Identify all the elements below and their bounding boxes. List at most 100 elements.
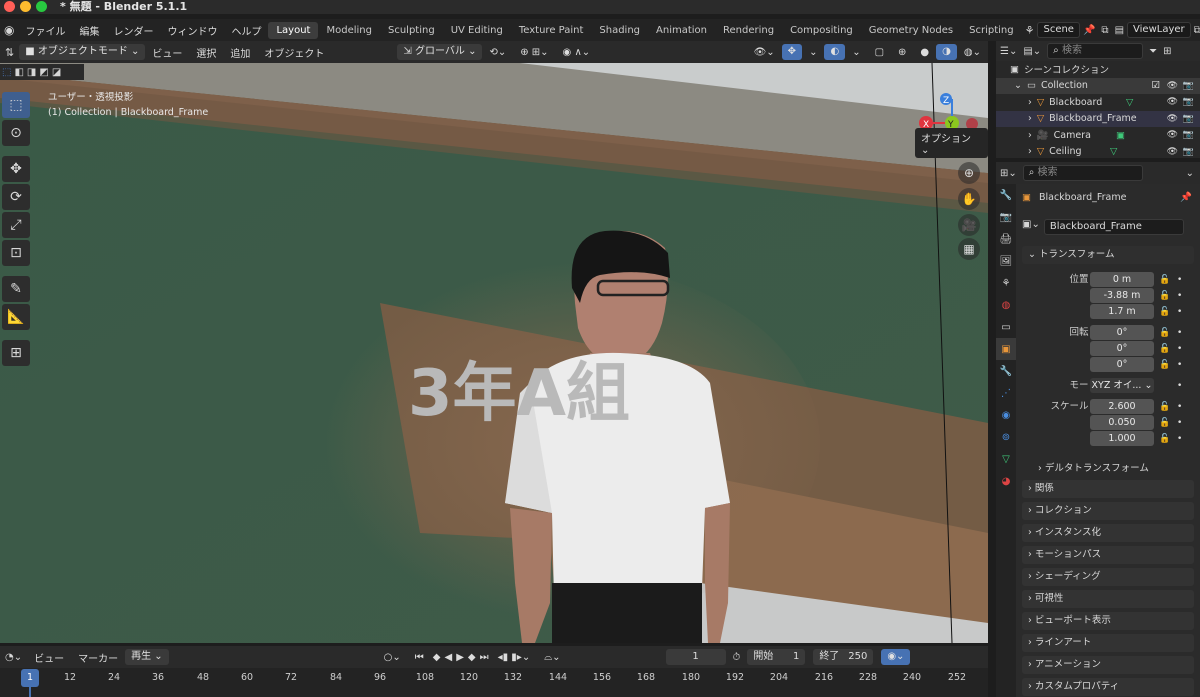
shading-material-icon[interactable]: ◑	[936, 44, 957, 60]
end-frame-field[interactable]: 終了 250	[813, 649, 874, 665]
stopwatch-icon[interactable]: ⏱	[726, 652, 748, 663]
playback-dropdown[interactable]: 再生 ⌄	[125, 649, 169, 665]
jump-start-icon[interactable]: ⏮	[408, 652, 431, 663]
lock-icon[interactable]: 🔓	[1159, 325, 1170, 341]
lock-icon[interactable]: 🔓	[1159, 399, 1170, 415]
jump-end-icon[interactable]: ⏭	[478, 652, 491, 663]
lock-icon[interactable]: 🔓	[1159, 272, 1170, 288]
panel-line-art[interactable]: › ラインアート	[1022, 634, 1194, 652]
exclude-checkbox[interactable]: ☑	[1151, 80, 1160, 91]
menu-select[interactable]: 選択	[189, 45, 223, 60]
object-name[interactable]: Blackboard_Frame	[1039, 192, 1127, 203]
collection-row[interactable]: ⌄ ▭ Collection ☑ 👁 📷	[996, 77, 1200, 94]
gizmo-dropdown-icon[interactable]: ⌄	[802, 47, 824, 58]
world-tab-icon[interactable]: ◍	[996, 294, 1016, 316]
data-tab-icon[interactable]: ▽	[996, 448, 1016, 470]
rotate-tool-icon[interactable]: ⟳	[2, 184, 30, 210]
delta-transform-subpanel[interactable]: › デルタトランスフォーム	[1038, 460, 1149, 474]
tab-texture-paint[interactable]: Texture Paint	[511, 22, 592, 39]
pan-hand-icon[interactable]: ✋	[958, 188, 980, 210]
camera-render-icon[interactable]: 📷	[1183, 81, 1194, 91]
panel-motion-paths[interactable]: › モーションパス	[1022, 546, 1194, 564]
keyframe-dot-icon[interactable]: •	[1177, 357, 1182, 373]
rotation-z-field[interactable]: 0°	[1090, 357, 1154, 372]
menu-add[interactable]: 追加	[223, 45, 257, 60]
particles-tab-icon[interactable]: ⋰	[996, 382, 1016, 404]
panel-shading[interactable]: › シェーディング	[1022, 568, 1194, 586]
render-tab-icon[interactable]: 📷	[996, 206, 1016, 228]
select-invert-icon[interactable]: ◩	[39, 67, 48, 78]
jump-keyframe-forward-icon[interactable]: ◆	[466, 652, 478, 663]
mode-dropdown[interactable]: ■ オブジェクトモード ⌄	[19, 44, 146, 60]
expand-chevron-icon[interactable]: ⌄	[1014, 80, 1022, 91]
keyframe-dot-icon[interactable]: •	[1177, 399, 1182, 415]
rotation-x-field[interactable]: 0°	[1090, 325, 1154, 340]
lock-icon[interactable]: 🔓	[1159, 304, 1170, 320]
object-name-field[interactable]: Blackboard_Frame	[1043, 219, 1184, 235]
maximize-window-button[interactable]	[36, 1, 47, 12]
select-box-tool-icon[interactable]: ⬚	[2, 92, 30, 118]
move-tool-icon[interactable]: ✥	[2, 156, 30, 182]
keyframe-dot-icon[interactable]: •	[1177, 415, 1182, 431]
collection-tab-icon[interactable]: ▭	[996, 316, 1016, 338]
current-frame-field[interactable]: 1	[665, 649, 726, 665]
scale-y-field[interactable]: 0.050	[1090, 415, 1154, 430]
pin-icon[interactable]: 📌	[1080, 25, 1098, 36]
keyframe-dot-icon[interactable]: •	[1177, 341, 1182, 357]
select-extend-icon[interactable]: ◧	[14, 67, 23, 78]
properties-options-icon[interactable]: ⌄	[1186, 168, 1194, 179]
prev-frame-icon[interactable]: ◂▮ ▮▸⌄	[491, 652, 538, 663]
view-layer-tab-icon[interactable]: 🖼	[996, 250, 1016, 272]
menu-render[interactable]: レンダー	[106, 23, 160, 38]
select-intersect-icon[interactable]: ◪	[52, 67, 61, 78]
scene-icon[interactable]: ⚘	[1022, 24, 1038, 37]
panel-instancing[interactable]: › インスタンス化	[1022, 524, 1194, 542]
expand-chevron-icon[interactable]: ›	[1028, 97, 1032, 108]
constraints-tab-icon[interactable]: ⊚	[996, 426, 1016, 448]
minimize-window-button[interactable]	[20, 1, 31, 12]
material-tab-icon[interactable]: ◕	[996, 470, 1016, 492]
overlay-dropdown-icon[interactable]: ⌄	[845, 47, 867, 58]
snap-icon[interactable]: ⊕ ⊞⌄	[513, 47, 555, 58]
lock-icon[interactable]: 🔓	[1159, 431, 1170, 447]
gizmo-toggle-icon[interactable]: ✥	[781, 44, 803, 60]
modifier-tab-icon[interactable]: 🔧	[996, 360, 1016, 382]
transform-tool-icon[interactable]: ⊡	[2, 240, 30, 266]
tab-modeling[interactable]: Modeling	[318, 22, 380, 39]
tab-layout[interactable]: Layout	[268, 21, 319, 39]
camera-render-icon[interactable]: 📷	[1183, 114, 1194, 124]
timeline-menu-view[interactable]: ビュー	[27, 650, 71, 665]
panel-custom-properties[interactable]: › カスタムプロパティ	[1022, 678, 1194, 696]
menu-edit[interactable]: 編集	[72, 23, 106, 38]
tab-uv-editing[interactable]: UV Editing	[443, 22, 511, 39]
outliner-display-icon[interactable]: ▤⌄	[1023, 46, 1041, 57]
object-tab-icon[interactable]: ▣	[996, 338, 1016, 360]
new-scene-icon[interactable]: ⧉	[1098, 25, 1111, 36]
outliner-editor-icon[interactable]: ☰⌄	[1000, 46, 1017, 57]
menu-object[interactable]: オブジェクト	[257, 45, 331, 60]
3d-viewport[interactable]: 3年A組 Y X Z オプション ⌄ ⊕ ✋ 🎥 ▦	[0, 63, 988, 643]
tab-sculpting[interactable]: Sculpting	[380, 22, 443, 39]
panel-relations[interactable]: › 関係	[1022, 480, 1194, 498]
scale-x-field[interactable]: 2.600	[1090, 399, 1154, 414]
timeline-options-icon[interactable]: ◉⌄	[881, 649, 911, 665]
panel-viewport-display[interactable]: › ビューポート表示	[1022, 612, 1194, 630]
outliner-item-ceiling[interactable]: › ▽ Ceiling ▽ 👁 📷	[996, 144, 1200, 159]
lock-icon[interactable]: 🔓	[1159, 341, 1170, 357]
play-reverse-icon[interactable]: ◀	[442, 652, 454, 663]
select-subtract-icon[interactable]: ◨	[27, 67, 36, 78]
menu-file[interactable]: ファイル	[18, 23, 72, 38]
tab-scripting[interactable]: Scripting	[961, 22, 1021, 39]
tab-rendering[interactable]: Rendering	[715, 22, 782, 39]
pin-icon[interactable]: 📌	[1180, 192, 1192, 203]
pivot-icon[interactable]: ⟲⌄	[482, 47, 513, 58]
auto-keying-icon[interactable]: ○⌄	[377, 652, 408, 663]
lock-icon[interactable]: 🔓	[1159, 415, 1170, 431]
eye-icon[interactable]: 👁	[1167, 97, 1178, 107]
keyframe-dot-icon[interactable]: •	[1177, 272, 1182, 288]
xray-icon[interactable]: ▢	[868, 47, 891, 58]
properties-editor-icon[interactable]: ⊞⌄	[1000, 168, 1017, 179]
visibility-icon[interactable]: 👁⌄	[747, 47, 782, 58]
lock-icon[interactable]: 🔓	[1159, 288, 1170, 304]
keyframe-dot-icon[interactable]: •	[1177, 431, 1182, 447]
